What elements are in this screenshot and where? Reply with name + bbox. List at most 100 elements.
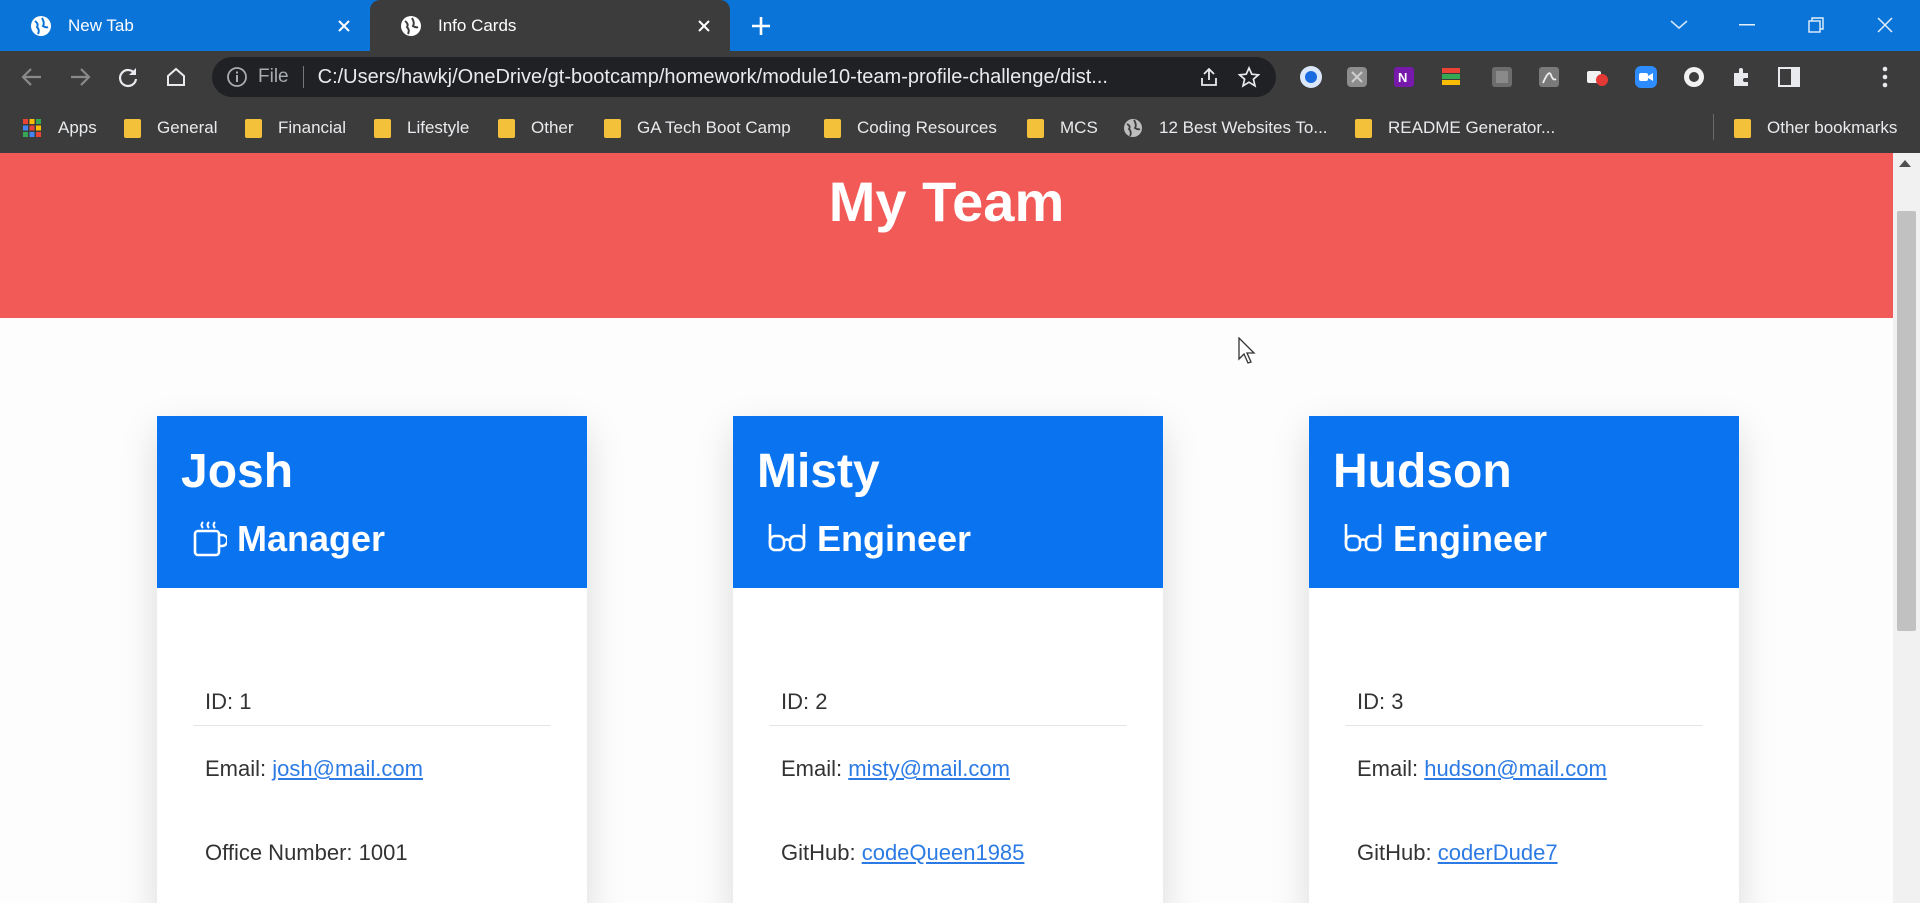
employee-name: Hudson xyxy=(1333,445,1512,498)
github-row: GitHub: coderDude7 xyxy=(1357,840,1558,866)
share-icon[interactable] xyxy=(1196,64,1222,90)
bookmark-label: Apps xyxy=(58,118,97,137)
scroll-up-arrow-icon[interactable] xyxy=(1899,160,1911,167)
back-arrow-icon[interactable] xyxy=(18,63,46,91)
page-title: My Team xyxy=(828,170,1065,233)
github-label: GitHub: xyxy=(1357,840,1438,865)
card-header: Hudson Engineer xyxy=(1309,416,1739,588)
kebab-menu-icon[interactable] xyxy=(1872,64,1898,90)
folder-icon xyxy=(604,118,621,138)
employee-card-misty: Misty Engineer ID: 2 Email: misty@mail.c… xyxy=(733,416,1163,903)
restore-icon[interactable] xyxy=(1801,10,1831,40)
globe-icon xyxy=(31,15,51,36)
employee-id: ID: 2 xyxy=(781,689,828,714)
folder-icon xyxy=(1355,118,1372,138)
url-scheme: File xyxy=(258,66,289,87)
bookmark-label: Financial xyxy=(278,118,347,137)
close-window-icon[interactable] xyxy=(1870,10,1900,40)
bookmark-label: GA Tech Boot Camp xyxy=(637,118,791,137)
bookmarks-bar: Apps General Financial Lifestyle Other G… xyxy=(0,103,1920,153)
role-label: Manager xyxy=(237,518,386,559)
email-link[interactable]: josh@mail.com xyxy=(272,756,423,781)
page-viewport: My Team Josh Manager ID: 1 Email: josh@m… xyxy=(0,153,1920,903)
bookmark-12-best-websites[interactable]: 12 Best Websites To... xyxy=(1123,116,1328,140)
bookmark-other[interactable]: Other xyxy=(498,116,574,140)
email-link[interactable]: misty@mail.com xyxy=(848,756,1010,781)
color-stripes-extension-icon[interactable] xyxy=(1438,64,1464,90)
bookmark-financial[interactable]: Financial xyxy=(245,116,346,140)
tab-title: New Tab xyxy=(68,15,134,35)
close-tab-icon[interactable] xyxy=(692,14,716,38)
folder-icon xyxy=(124,118,141,138)
tab-new-tab[interactable]: New Tab xyxy=(0,0,370,51)
svg-text:N: N xyxy=(1398,70,1407,85)
employee-name: Josh xyxy=(181,445,294,498)
bookmark-ga-tech-boot-camp[interactable]: GA Tech Boot Camp xyxy=(604,116,791,140)
employee-email-row: Email: misty@mail.com xyxy=(781,756,1010,782)
bookmarks-divider xyxy=(1713,114,1714,140)
extension-puzzle-gray-icon[interactable] xyxy=(1344,64,1370,90)
onenote-icon[interactable]: N xyxy=(1391,64,1417,90)
employee-card-josh: Josh Manager ID: 1 Email: josh@mail.com … xyxy=(157,416,587,903)
url-separator xyxy=(302,66,304,88)
globe-icon xyxy=(1124,119,1142,137)
minimize-icon[interactable] xyxy=(1732,10,1762,40)
employee-email-row: Email: hudson@mail.com xyxy=(1357,756,1607,782)
bookmark-label: General xyxy=(157,118,218,137)
globe-icon xyxy=(401,15,421,36)
github-link[interactable]: codeQueen1985 xyxy=(862,840,1025,865)
github-row: GitHub: codeQueen1985 xyxy=(781,840,1024,866)
bookmark-label: README Generator... xyxy=(1388,118,1556,137)
folder-icon xyxy=(374,118,391,138)
extension-circle-icon[interactable] xyxy=(1681,64,1707,90)
address-bar[interactable]: File C:/Users/hawkj/OneDrive/gt-bootcamp… xyxy=(212,57,1276,97)
bookmark-coding-resources[interactable]: Coding Resources xyxy=(824,116,997,140)
role-label: Engineer xyxy=(1393,518,1548,559)
reload-icon[interactable] xyxy=(114,63,142,91)
bookmark-other-bookmarks[interactable]: Other bookmarks xyxy=(1734,116,1897,140)
employee-name: Misty xyxy=(757,445,880,498)
mug-icon xyxy=(193,521,227,557)
folder-icon xyxy=(1734,118,1751,138)
new-tab-plus-icon[interactable] xyxy=(748,13,774,39)
info-icon[interactable] xyxy=(226,66,248,88)
bookmark-star-icon[interactable] xyxy=(1236,64,1262,90)
role-label: Engineer xyxy=(817,518,972,559)
extensions-puzzle-icon[interactable] xyxy=(1729,64,1755,90)
extension-1password-icon[interactable] xyxy=(1298,64,1324,90)
bookmark-label: Lifestyle xyxy=(407,118,470,137)
extension-red-icon[interactable] xyxy=(1584,64,1610,90)
bookmark-readme-generator[interactable]: README Generator... xyxy=(1355,116,1555,140)
email-link[interactable]: hudson@mail.com xyxy=(1424,756,1607,781)
close-tab-icon[interactable] xyxy=(332,14,356,38)
card-header: Josh Manager xyxy=(157,416,587,588)
tab-title: Info Cards xyxy=(438,15,517,35)
bookmark-lifestyle[interactable]: Lifestyle xyxy=(374,116,469,140)
forward-arrow-icon[interactable] xyxy=(66,63,94,91)
employee-id: ID: 3 xyxy=(1357,689,1404,714)
tab-info-cards[interactable]: Info Cards xyxy=(370,0,730,51)
bookmark-general[interactable]: General xyxy=(124,116,217,140)
url-text[interactable]: C:/Users/hawkj/OneDrive/gt-bootcamp/home… xyxy=(318,66,1196,89)
github-link[interactable]: coderDude7 xyxy=(1438,840,1558,865)
tab-search-chevron-icon[interactable] xyxy=(1664,10,1694,40)
bookmark-label: Other xyxy=(531,118,574,137)
team-header: My Team xyxy=(0,153,1893,318)
home-icon[interactable] xyxy=(162,63,190,91)
glasses-icon xyxy=(768,524,806,552)
bookmark-apps[interactable]: Apps xyxy=(22,116,97,140)
employee-id: ID: 1 xyxy=(205,689,252,714)
extension-box-icon[interactable] xyxy=(1489,64,1515,90)
scrollbar-thumb[interactable] xyxy=(1897,211,1916,631)
side-panel-icon[interactable] xyxy=(1776,64,1802,90)
browser-title-bar: New Tab Info Cards xyxy=(0,0,1920,51)
bookmark-label: 12 Best Websites To... xyxy=(1159,118,1328,137)
employee-email-row: Email: josh@mail.com xyxy=(205,756,423,782)
zoom-icon[interactable] xyxy=(1633,64,1659,90)
employee-role: Engineer xyxy=(767,518,971,560)
bookmark-mcs[interactable]: MCS xyxy=(1027,116,1098,140)
acrobat-icon[interactable] xyxy=(1536,64,1562,90)
apps-grid-icon xyxy=(23,119,41,137)
employee-role: Engineer xyxy=(1343,518,1547,560)
bookmark-label: Other bookmarks xyxy=(1767,118,1898,137)
